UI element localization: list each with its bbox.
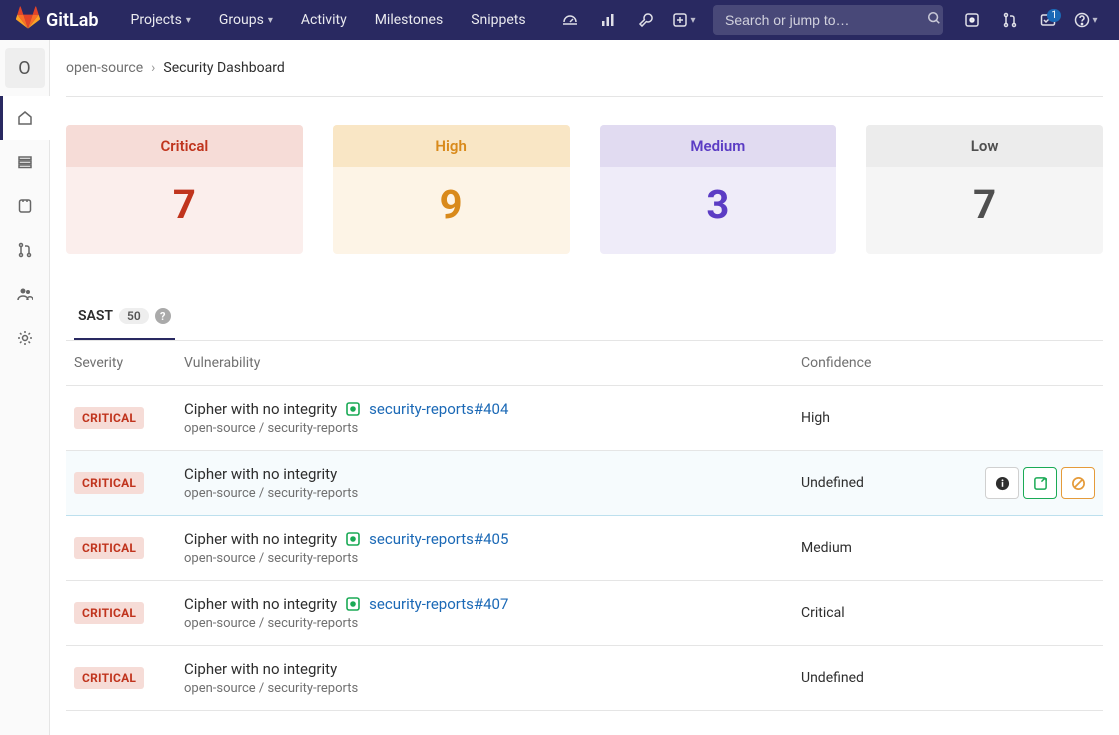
gitlab-logo[interactable]: GitLab: [16, 6, 99, 34]
card-medium-count: 3: [600, 167, 837, 228]
vuln-path: open-source / security-reports: [184, 551, 785, 566]
table-row[interactable]: CRITICAL Cipher with no integrity securit…: [66, 516, 1103, 581]
card-low-count: 7: [866, 167, 1103, 228]
vuln-path: open-source / security-reports: [184, 421, 785, 436]
table-row[interactable]: CRITICALCipher with no integrityopen-sou…: [66, 646, 1103, 711]
sidebar-item-epics[interactable]: [0, 140, 50, 184]
tab-sast-label: SAST: [78, 308, 113, 324]
breadcrumb-group[interactable]: open-source: [66, 60, 143, 76]
card-critical-label: Critical: [66, 125, 303, 167]
vulnerabilities-table: Severity Vulnerability Confidence CRITIC…: [66, 341, 1103, 711]
issue-link[interactable]: security-reports#404: [369, 400, 508, 418]
col-vulnerability: Vulnerability: [176, 341, 793, 386]
issue-icon: [345, 596, 361, 612]
vulnerability-tabs: SAST 50 ?: [66, 294, 1103, 341]
dashboard-icon[interactable]: [553, 3, 587, 37]
card-medium-label: Medium: [600, 125, 837, 167]
card-high-count: 9: [333, 167, 570, 228]
issue-link[interactable]: security-reports#407: [369, 595, 508, 613]
issue-icon: [345, 401, 361, 417]
group-avatar[interactable]: O: [5, 48, 45, 88]
help-icon[interactable]: ▾: [1069, 3, 1103, 37]
issues-icon[interactable]: [955, 3, 989, 37]
issue-icon: [345, 531, 361, 547]
vuln-path: open-source / security-reports: [184, 486, 785, 501]
tab-sast[interactable]: SAST 50 ?: [74, 294, 175, 340]
confidence-cell: Medium: [793, 516, 953, 581]
merge-requests-icon[interactable]: [993, 3, 1027, 37]
col-actions: [953, 341, 1103, 386]
main-content: open-source › Security Dashboard Critica…: [50, 40, 1119, 735]
chevron-down-icon: ▾: [268, 15, 273, 26]
breadcrumb-separator: ›: [151, 60, 155, 76]
tanuki-icon: [16, 6, 40, 34]
card-high[interactable]: High 9: [333, 125, 570, 254]
sidebar-item-merge-requests[interactable]: [0, 228, 50, 272]
tab-sast-count: 50: [119, 308, 149, 324]
confidence-cell: Undefined: [793, 451, 953, 516]
top-navbar: GitLab Projects▾ Groups▾ Activity Milest…: [0, 0, 1119, 40]
confidence-cell: Undefined: [793, 646, 953, 711]
sidebar-item-members[interactable]: [0, 272, 50, 316]
card-critical-count: 7: [66, 167, 303, 228]
card-critical[interactable]: Critical 7: [66, 125, 303, 254]
sidebar-item-settings[interactable]: [0, 316, 50, 360]
vuln-title: Cipher with no integrity security-report…: [184, 595, 785, 613]
severity-badge: CRITICAL: [74, 472, 144, 494]
col-severity: Severity: [66, 341, 176, 386]
col-confidence: Confidence: [793, 341, 953, 386]
severity-badge: CRITICAL: [74, 407, 144, 429]
search-icon: [927, 11, 941, 29]
left-sidebar: O: [0, 40, 50, 735]
wrench-icon[interactable]: [629, 3, 663, 37]
severity-badge: CRITICAL: [74, 537, 144, 559]
plus-icon[interactable]: ▾: [667, 3, 701, 37]
card-low-label: Low: [866, 125, 1103, 167]
nav-milestones[interactable]: Milestones: [363, 4, 456, 36]
todos-icon[interactable]: 1: [1031, 3, 1065, 37]
sidebar-item-overview[interactable]: [0, 96, 50, 140]
search-wrapper: [705, 5, 951, 35]
vuln-title: Cipher with no integrity security-report…: [184, 530, 785, 548]
create-issue-button[interactable]: [1023, 467, 1057, 499]
sidebar-item-issues[interactable]: [0, 184, 50, 228]
todos-badge: 1: [1047, 9, 1061, 22]
severity-badge: CRITICAL: [74, 602, 144, 624]
card-medium[interactable]: Medium 3: [600, 125, 837, 254]
nav-projects[interactable]: Projects▾: [119, 4, 203, 36]
nav-groups[interactable]: Groups▾: [207, 4, 285, 36]
card-high-label: High: [333, 125, 570, 167]
nav-snippets[interactable]: Snippets: [459, 4, 537, 36]
severity-badge: CRITICAL: [74, 667, 144, 689]
card-low[interactable]: Low 7: [866, 125, 1103, 254]
info-button[interactable]: [985, 467, 1019, 499]
vuln-title: Cipher with no integrity: [184, 660, 785, 678]
issue-link[interactable]: security-reports#405: [369, 530, 508, 548]
breadcrumb: open-source › Security Dashboard: [66, 56, 1103, 97]
table-row[interactable]: CRITICAL Cipher with no integrity securit…: [66, 581, 1103, 646]
table-row[interactable]: CRITICAL Cipher with no integrity open-sou…: [66, 451, 1103, 516]
vuln-path: open-source / security-reports: [184, 616, 785, 631]
chart-icon[interactable]: [591, 3, 625, 37]
chevron-down-icon: ▾: [186, 15, 191, 26]
confidence-cell: High: [793, 386, 953, 451]
breadcrumb-current: Security Dashboard: [163, 60, 284, 76]
brand-name: GitLab: [46, 10, 99, 31]
help-icon[interactable]: ?: [155, 308, 171, 324]
search-input[interactable]: [713, 5, 943, 35]
dismiss-button[interactable]: [1061, 467, 1095, 499]
table-row[interactable]: CRITICAL Cipher with no integrity securit…: [66, 386, 1103, 451]
nav-activity[interactable]: Activity: [289, 4, 359, 36]
vuln-title: Cipher with no integrity security-report…: [184, 400, 785, 418]
vuln-title: Cipher with no integrity: [184, 465, 785, 483]
confidence-cell: Critical: [793, 581, 953, 646]
severity-summary-cards: Critical 7 High 9 Medium 3 Low 7: [66, 125, 1103, 254]
row-actions: [961, 467, 1095, 499]
